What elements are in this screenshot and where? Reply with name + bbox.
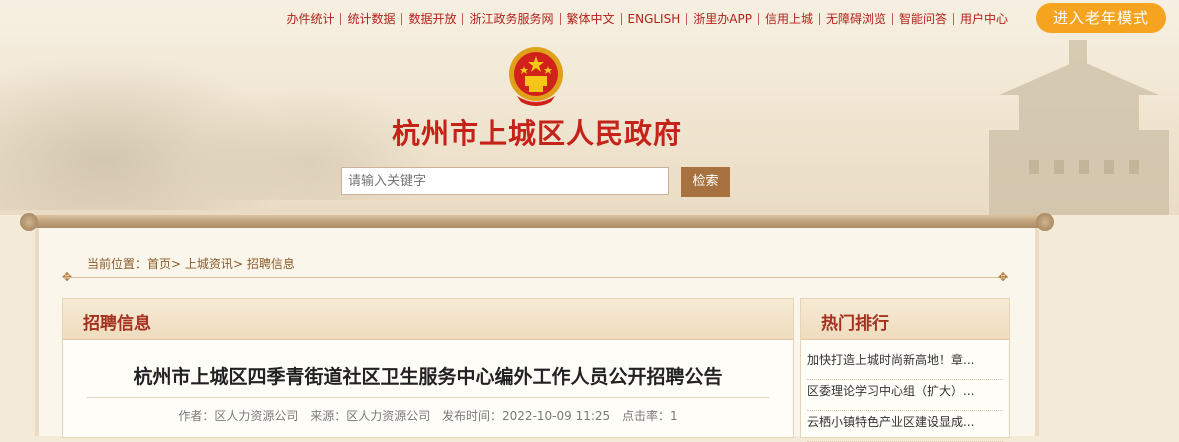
divider (64, 277, 1008, 278)
divider (87, 397, 769, 398)
hot-ranking-heading: 热门排行 (821, 314, 889, 334)
topnav-link[interactable]: 无障碍浏览 (820, 12, 892, 26)
article-panel-heading: 招聘信息 (83, 314, 151, 334)
site-title: 杭州市上城区人民政府 (391, 117, 682, 150)
elder-mode-button[interactable]: 进入老年模式 (1036, 3, 1166, 33)
article-meta: 作者：区人力资源公司 来源：区人力资源公司 发布时间：2022-10-09 11… (63, 407, 793, 424)
national-emblem-icon (509, 47, 563, 106)
hot-ranking-header: 热门排行 (801, 299, 1009, 340)
nav-separator (401, 13, 403, 25)
article-panel-header: 招聘信息 (63, 299, 793, 340)
nav-separator (620, 13, 622, 25)
scroll-rod-decoration (20, 213, 1054, 231)
breadcrumb-home[interactable]: 首页 (147, 257, 171, 271)
breadcrumb: 当前位置：首页> 上城资讯> 招聘信息 (87, 255, 295, 272)
nav-separator (559, 13, 561, 25)
topnav-link[interactable]: 用户中心 (954, 12, 1014, 26)
city-tower-illustration (989, 40, 1169, 215)
top-navigation: 办件统计 统计数据 数据开放 浙江政务服务网 繁体中文 ENGLISH 浙里办APP 信用上城… (280, 11, 1014, 27)
topnav-link[interactable]: 繁体中文 (561, 12, 621, 26)
topnav-link[interactable]: 办件统计 (280, 12, 340, 26)
article-time: 发布时间：2022-10-09 11:25 (442, 409, 611, 423)
topnav-link[interactable]: 信用上城 (759, 12, 819, 26)
article-clicks: 点击率：1 (622, 409, 678, 423)
search-button[interactable]: 检索 (681, 167, 730, 197)
nav-separator (757, 13, 759, 25)
list-item[interactable]: 区委理论学习中心组（扩大）... (807, 380, 1003, 411)
list-item[interactable]: 云栖小镇特色产业区建设显成... (807, 411, 1003, 442)
nav-separator (340, 13, 342, 25)
breadcrumb-sep: > (232, 257, 243, 271)
nav-separator (686, 13, 688, 25)
nav-separator (462, 13, 464, 25)
article-panel: 招聘信息 杭州市上城区四季青街道社区卫生服务中心编外工作人员公开招聘公告 作者：… (62, 298, 794, 438)
article-source: 来源：区人力资源公司 (310, 409, 431, 423)
hot-ranking-list: 加快打造上城时尚新高地！章... 区委理论学习中心组（扩大）... 云栖小镇特色… (807, 349, 1003, 442)
topnav-link[interactable]: 数据开放 (402, 12, 462, 26)
article-author: 作者：区人力资源公司 (178, 409, 299, 423)
breadcrumb-recruitment[interactable]: 招聘信息 (247, 257, 295, 271)
search-input[interactable] (341, 167, 669, 195)
breadcrumb-sep: > (171, 257, 182, 271)
topnav-link[interactable]: 统计数据 (341, 12, 401, 26)
topnav-link[interactable]: 浙江政务服务网 (463, 12, 559, 26)
topnav-link[interactable]: 浙里办APP (687, 12, 758, 26)
breadcrumb-prefix: 当前位置： (87, 257, 148, 271)
nav-separator (818, 13, 820, 25)
article-title: 杭州市上城区四季青街道社区卫生服务中心编外工作人员公开招聘公告 (133, 366, 723, 388)
nav-separator (891, 13, 893, 25)
breadcrumb-news[interactable]: 上城资讯 (185, 257, 233, 271)
list-item[interactable]: 加快打造上城时尚新高地！章... (807, 349, 1003, 380)
topnav-link[interactable]: ENGLISH (622, 12, 687, 26)
site-header: 办件统计 统计数据 数据开放 浙江政务服务网 繁体中文 ENGLISH 浙里办APP 信用上城… (0, 0, 1179, 215)
hot-ranking-panel: 热门排行 加快打造上城时尚新高地！章... 区委理论学习中心组（扩大）... 云… (800, 298, 1010, 442)
topnav-link[interactable]: 智能问答 (893, 12, 953, 26)
ornament-icon: ✥ (997, 270, 1009, 284)
nav-separator (952, 13, 954, 25)
